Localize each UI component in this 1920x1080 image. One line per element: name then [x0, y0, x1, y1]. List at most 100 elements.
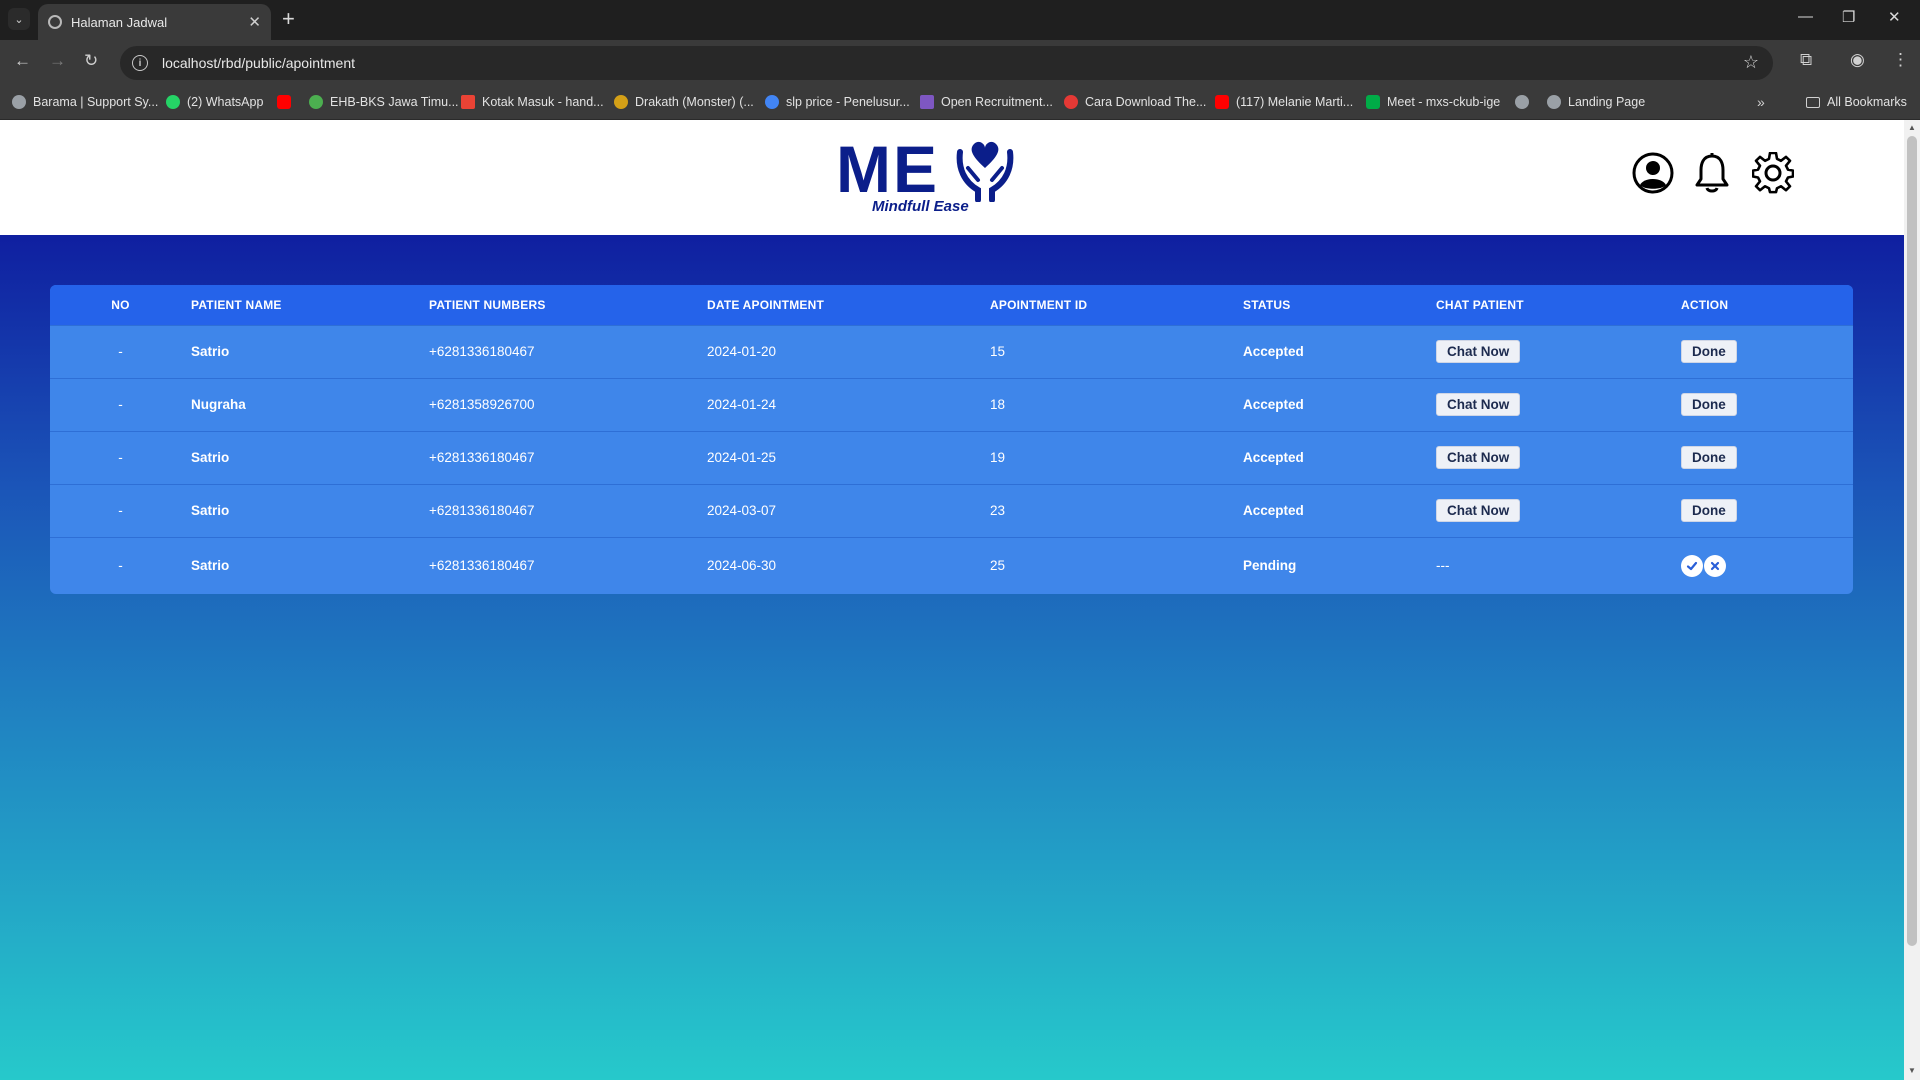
cell-patient-number: +6281336180467 [429, 450, 535, 465]
google-icon [765, 95, 779, 109]
bookmark-item[interactable]: Cara Download The... [1064, 95, 1206, 109]
menu-icon[interactable]: ⋮ [1892, 50, 1909, 70]
done-button[interactable]: Done [1681, 499, 1737, 522]
bookmark-item[interactable]: slp price - Penelusur... [765, 95, 910, 109]
scroll-down-icon[interactable]: ▼ [1908, 1066, 1916, 1075]
cell-patient-name: Satrio [191, 558, 230, 574]
new-tab-button[interactable]: + [282, 7, 295, 31]
bookmark-item[interactable]: Kotak Masuk - hand... [461, 95, 604, 109]
bookmark-item[interactable]: Landing Page [1547, 95, 1645, 109]
bookmark-item[interactable]: Drakath (Monster) (... [614, 95, 754, 109]
cell-date: 2024-06-30 [707, 558, 777, 574]
appointment-table: NO PATIENT NAME PATIENT NUMBERS DATE APO… [50, 285, 1853, 594]
reload-icon[interactable]: ↻ [84, 51, 98, 71]
cell-patient-name: Satrio [191, 450, 230, 465]
bookmark-star-icon[interactable]: ☆ [1743, 52, 1759, 73]
cell-action: Done [1681, 484, 1853, 537]
bookmark-icon [1064, 95, 1078, 109]
bookmark-item[interactable]: Meet - mxs-ckub-ige [1366, 95, 1500, 109]
page-scrollbar[interactable]: ▲ ▼ [1904, 120, 1920, 1080]
user-circle-icon[interactable] [1632, 152, 1674, 194]
col-patient-numbers: PATIENT NUMBERS [429, 297, 546, 312]
globe-icon [1547, 95, 1561, 109]
cell-patient-number: +6281336180467 [429, 344, 535, 359]
youtube-icon [277, 95, 291, 109]
cell-status: Accepted [1243, 397, 1304, 412]
bookmark-icon [309, 95, 323, 109]
col-date-apointment: DATE APOINTMENT [707, 297, 824, 312]
youtube-icon [1215, 95, 1229, 109]
heart-hands-icon [956, 141, 1014, 202]
minimize-icon[interactable]: — [1798, 8, 1813, 25]
page-viewport: ME Mindfull Ease NO PATIENT NAME PATIENT… [0, 120, 1904, 1080]
table-row: - Satrio +6281336180467 2024-06-30 25 Pe… [50, 537, 1853, 594]
cell-patient-name: Satrio [191, 344, 230, 359]
bookmark-item[interactable] [1515, 95, 1536, 109]
close-window-icon[interactable]: ✕ [1888, 8, 1901, 26]
cell-date: 2024-01-20 [707, 344, 777, 359]
cell-status: Accepted [1243, 503, 1304, 518]
done-button[interactable]: Done [1681, 340, 1737, 363]
more-bookmarks-icon[interactable]: » [1757, 94, 1765, 110]
accept-check-icon[interactable] [1681, 554, 1703, 577]
cell-status: Pending [1243, 558, 1297, 574]
bookmark-item[interactable]: EHB-BKS Jawa Timu... [309, 95, 459, 109]
cell-chat: Chat Now [1436, 378, 1681, 431]
cell-date: 2024-01-24 [707, 397, 777, 412]
cell-chat: --- [1436, 558, 1450, 574]
all-bookmarks-button[interactable]: All Bookmarks [1806, 95, 1907, 109]
chat-now-button[interactable]: Chat Now [1436, 393, 1521, 416]
done-button[interactable]: Done [1681, 393, 1737, 416]
site-header: ME Mindfull Ease [0, 120, 1904, 235]
gmail-icon [461, 95, 475, 109]
bell-icon[interactable] [1693, 152, 1731, 194]
close-tab-icon[interactable]: ✕ [248, 13, 261, 31]
cell-action: Done [1681, 378, 1853, 431]
bookmark-item[interactable]: Barama | Support Sy... [12, 95, 158, 109]
logo[interactable]: ME Mindfull Ease [836, 134, 1016, 226]
bookmark-item[interactable]: (117) Melanie Marti... [1215, 95, 1353, 109]
cell-patient-name: Nugraha [191, 397, 246, 412]
col-action: ACTION [1681, 297, 1729, 312]
done-button[interactable]: Done [1681, 446, 1737, 469]
restore-icon[interactable]: ❐ [1842, 8, 1855, 26]
appointment-table-card: NO PATIENT NAME PATIENT NUMBERS DATE APO… [50, 285, 1853, 594]
scrollbar-thumb[interactable] [1907, 136, 1917, 946]
scroll-up-icon[interactable]: ▲ [1908, 123, 1916, 132]
bookmark-item[interactable]: Open Recruitment... [920, 95, 1053, 109]
cell-patient-name: Satrio [191, 503, 230, 518]
cell-patient-number: +6281336180467 [429, 503, 535, 518]
tab-title: Halaman Jadwal [71, 14, 168, 30]
col-chat-patient: CHAT PATIENT [1436, 297, 1524, 312]
col-status: STATUS [1243, 297, 1291, 312]
reject-x-icon[interactable] [1704, 554, 1726, 577]
cell-patient-number: +6281336180467 [429, 558, 535, 574]
profile-icon[interactable]: ◉ [1850, 50, 1865, 70]
browser-tab[interactable]: Halaman Jadwal ✕ [38, 4, 271, 40]
bookmark-icon [614, 95, 628, 109]
bookmark-item[interactable] [277, 95, 298, 109]
chat-now-button[interactable]: Chat Now [1436, 446, 1521, 469]
col-no: NO [111, 297, 130, 312]
cell-no: - [118, 344, 123, 359]
chat-now-button[interactable]: Chat Now [1436, 340, 1521, 363]
cell-no: - [118, 450, 123, 465]
cell-status: Accepted [1243, 450, 1304, 465]
logo-tagline: Mindfull Ease [872, 198, 969, 215]
bookmark-item[interactable]: (2) WhatsApp [166, 95, 263, 109]
address-bar[interactable]: i localhost/rbd/public/apointment ☆ [120, 46, 1773, 80]
extensions-icon[interactable]: ⧉ [1800, 50, 1812, 70]
cell-date: 2024-01-25 [707, 450, 777, 465]
site-info-icon[interactable]: i [132, 55, 148, 71]
table-row: - Satrio +6281336180467 2024-01-25 19 Ac… [50, 431, 1853, 484]
tab-search-button[interactable]: ⌄ [8, 8, 30, 30]
chat-now-button[interactable]: Chat Now [1436, 499, 1521, 522]
gear-icon[interactable] [1752, 152, 1794, 194]
back-icon[interactable]: ← [14, 51, 31, 71]
browser-toolbar: ← → ↻ i localhost/rbd/public/apointment … [0, 40, 1920, 86]
cell-action [1681, 537, 1853, 594]
forward-icon[interactable]: → [49, 51, 66, 71]
cell-apointment-id: 19 [990, 450, 1006, 465]
table-row: - Satrio +6281336180467 2024-03-07 23 Ac… [50, 484, 1853, 537]
table-row: - Satrio +6281336180467 2024-01-20 15 Ac… [50, 325, 1853, 378]
